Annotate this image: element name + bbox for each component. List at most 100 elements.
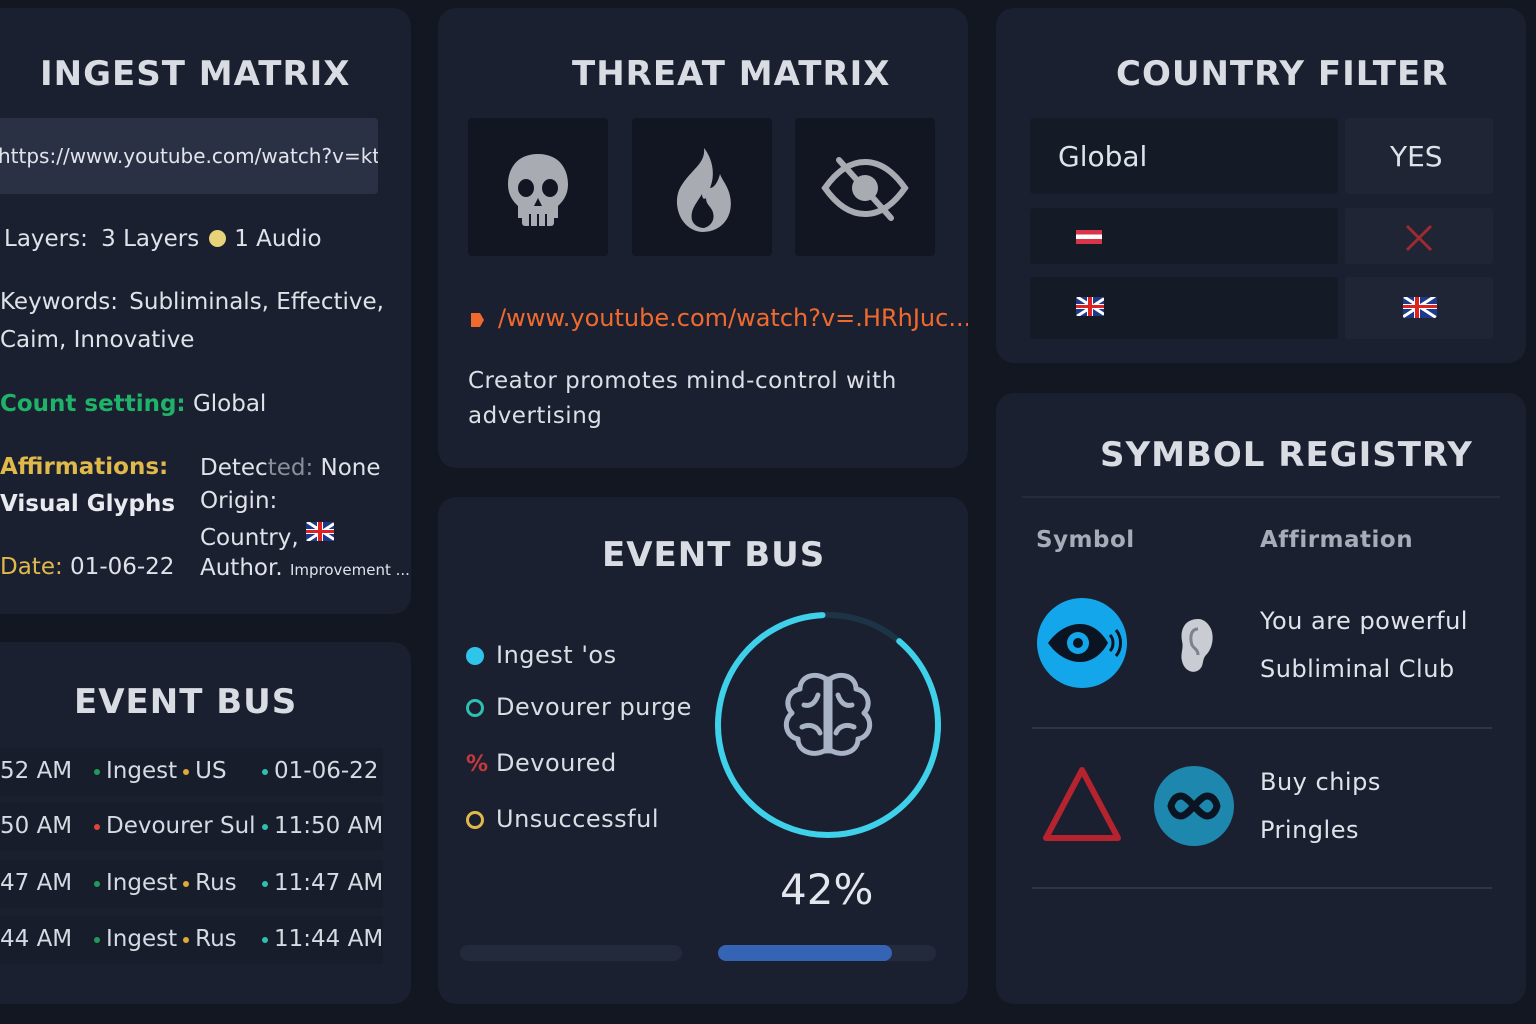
event-bus-center-title: EVENT BUS [602,535,826,575]
status-dot-icon [262,823,268,830]
event-row[interactable]: 50 AM Devourer Sul 11:50 AM [0,803,383,851]
country-global-cell[interactable]: Global [1030,118,1338,194]
status-dot-icon [94,880,100,887]
layers-label: Layers: [4,226,88,252]
ingest-url-field[interactable]: https://www.youtube.com/watch?v=ktVb... [0,118,378,194]
event-time: 50 AM [0,813,73,839]
event-row[interactable]: 47 AM Ingest Rus 11:47 AM [0,860,383,908]
ingest-matrix-title: INGEST MATRIX [40,54,351,94]
event-time: 52 AM [0,758,73,784]
country-toggle-uk[interactable] [1345,277,1493,339]
event-region: Rus [195,926,237,952]
event-region: US [195,758,227,784]
detected-row: Detected: None [200,455,381,481]
progress-bar-fill [718,945,893,961]
country-global-label: Global [1058,140,1148,173]
date-row: Date: 01-06-22 [0,554,174,580]
status-dot-icon [262,936,268,943]
affirmation-line: Pringles [1260,816,1359,844]
event-stamp: 11:44 AM [256,926,383,952]
country-row-austria[interactable] [1030,208,1338,264]
affirmation-line: Subliminal Club [1260,655,1455,683]
status-dot-icon [94,823,100,830]
keywords-label: Keywords: [0,289,118,315]
status-dot-icon [262,768,268,775]
event-type-label: Ingest [106,870,178,896]
country-filter-title: COUNTRY FILTER [1116,54,1449,94]
event-stamp-label: 11:47 AM [274,870,384,896]
threat-url-link[interactable]: /www.youtube.com/watch?v=.HRhJuc... [498,304,968,332]
event-region: Rus [195,870,237,896]
skull-icon [508,154,568,226]
event-type: Ingest US [88,758,227,784]
threat-tile-skull[interactable] [468,118,608,256]
symbol-column-header: Symbol [1036,527,1135,553]
country-global-toggle[interactable]: YES [1345,118,1493,194]
uk-flag-icon [1403,297,1437,318]
country-global-value: YES [1390,140,1443,173]
event-time: 44 AM [0,926,73,952]
legend-label: Devoured [496,749,617,777]
uk-flag-icon [1076,297,1104,316]
keywords-row: Keywords: Subliminals, Effective, [0,289,384,315]
event-type: Ingest Rus [88,870,237,896]
country-row-uk[interactable] [1030,277,1338,339]
percent-marker-icon: % [466,752,489,777]
layers-value: 3 Layers [101,226,200,252]
eye-sound-icon[interactable] [1036,597,1128,689]
legend-item[interactable]: Devourer purge [466,693,692,721]
country-filter-panel: COUNTRY FILTER Global YES [996,8,1526,363]
threat-matrix-panel: THREAT MATRIX /www.youtube.com/watch?v=.… [438,8,968,468]
event-stamp-label: 11:44 AM [274,926,384,952]
ingest-url-value: https://www.youtube.com/watch?v=ktVb... [0,144,378,168]
layers-row: Layers: 3 Layers 1 Audio [4,226,322,252]
separator-dot-icon [183,768,190,775]
threat-description: Creator promotes mind-control with adver… [468,368,897,429]
event-row[interactable]: 52 AM Ingest US 01-06-22 [0,748,383,796]
detected-label: Detected: [200,455,314,481]
triangle-icon[interactable] [1040,764,1124,844]
brain-icon [783,672,873,756]
affirmations-value: Visual Glyphs [0,491,176,517]
progress-percent-label: 42% [780,865,874,914]
event-bus-center-panel: EVENT BUS Ingest 'os Devourer purge% Devou… [438,497,968,1004]
event-type: Ingest Rus [88,926,237,952]
separator-dot-icon [209,230,227,247]
event-bus-left-title: EVENT BUS [74,682,298,722]
separator-dot-icon [183,880,190,887]
legend-item[interactable]: Ingest 'os [466,641,617,669]
x-icon [1405,224,1433,252]
progress-bar-left [460,945,682,961]
event-type: Devourer Sul [88,813,256,839]
threat-tile-flame[interactable] [632,118,772,256]
ear-icon [1181,619,1213,672]
progress-ring [715,612,941,838]
legend-item[interactable]: % Devoured [466,749,617,777]
filled-dot-icon [466,647,484,665]
austria-flag-icon [1076,230,1102,244]
country-row: Country, [200,522,334,551]
event-row[interactable]: 44 AM Ingest Rus 11:44 AM [0,916,383,964]
ring-dot-icon [466,699,484,717]
country-toggle-austria[interactable] [1345,208,1493,264]
event-stamp: 11:47 AM [256,870,383,896]
eye-slash-icon [821,157,909,221]
symbol-registry-panel: SYMBOL REGISTRY Symbol Affirmation You a… [996,393,1526,1004]
audio-value: 1 Audio [234,226,322,252]
event-time: 47 AM [0,870,73,896]
symbol-registry-title: SYMBOL REGISTRY [1100,435,1473,475]
event-type-label: Devourer Sul [106,813,256,839]
count-setting-value: Global [192,391,267,417]
author-row: Author. Improvement ... [200,555,410,581]
separator-dot-icon [183,936,190,943]
keywords-value: Subliminals, Effective, [129,289,384,315]
affirmation-line: You are powerful [1260,607,1468,635]
event-stamp-label: 11:50 AM [274,813,384,839]
status-dot-icon [94,936,100,943]
legend-item[interactable]: Unsuccessful [466,805,659,833]
date-label: Date: [0,554,63,580]
ring-dot-icon [466,811,484,829]
author-label: Author. [200,555,283,581]
threat-tile-eye[interactable] [795,118,935,256]
country-label: Country, [200,525,299,551]
